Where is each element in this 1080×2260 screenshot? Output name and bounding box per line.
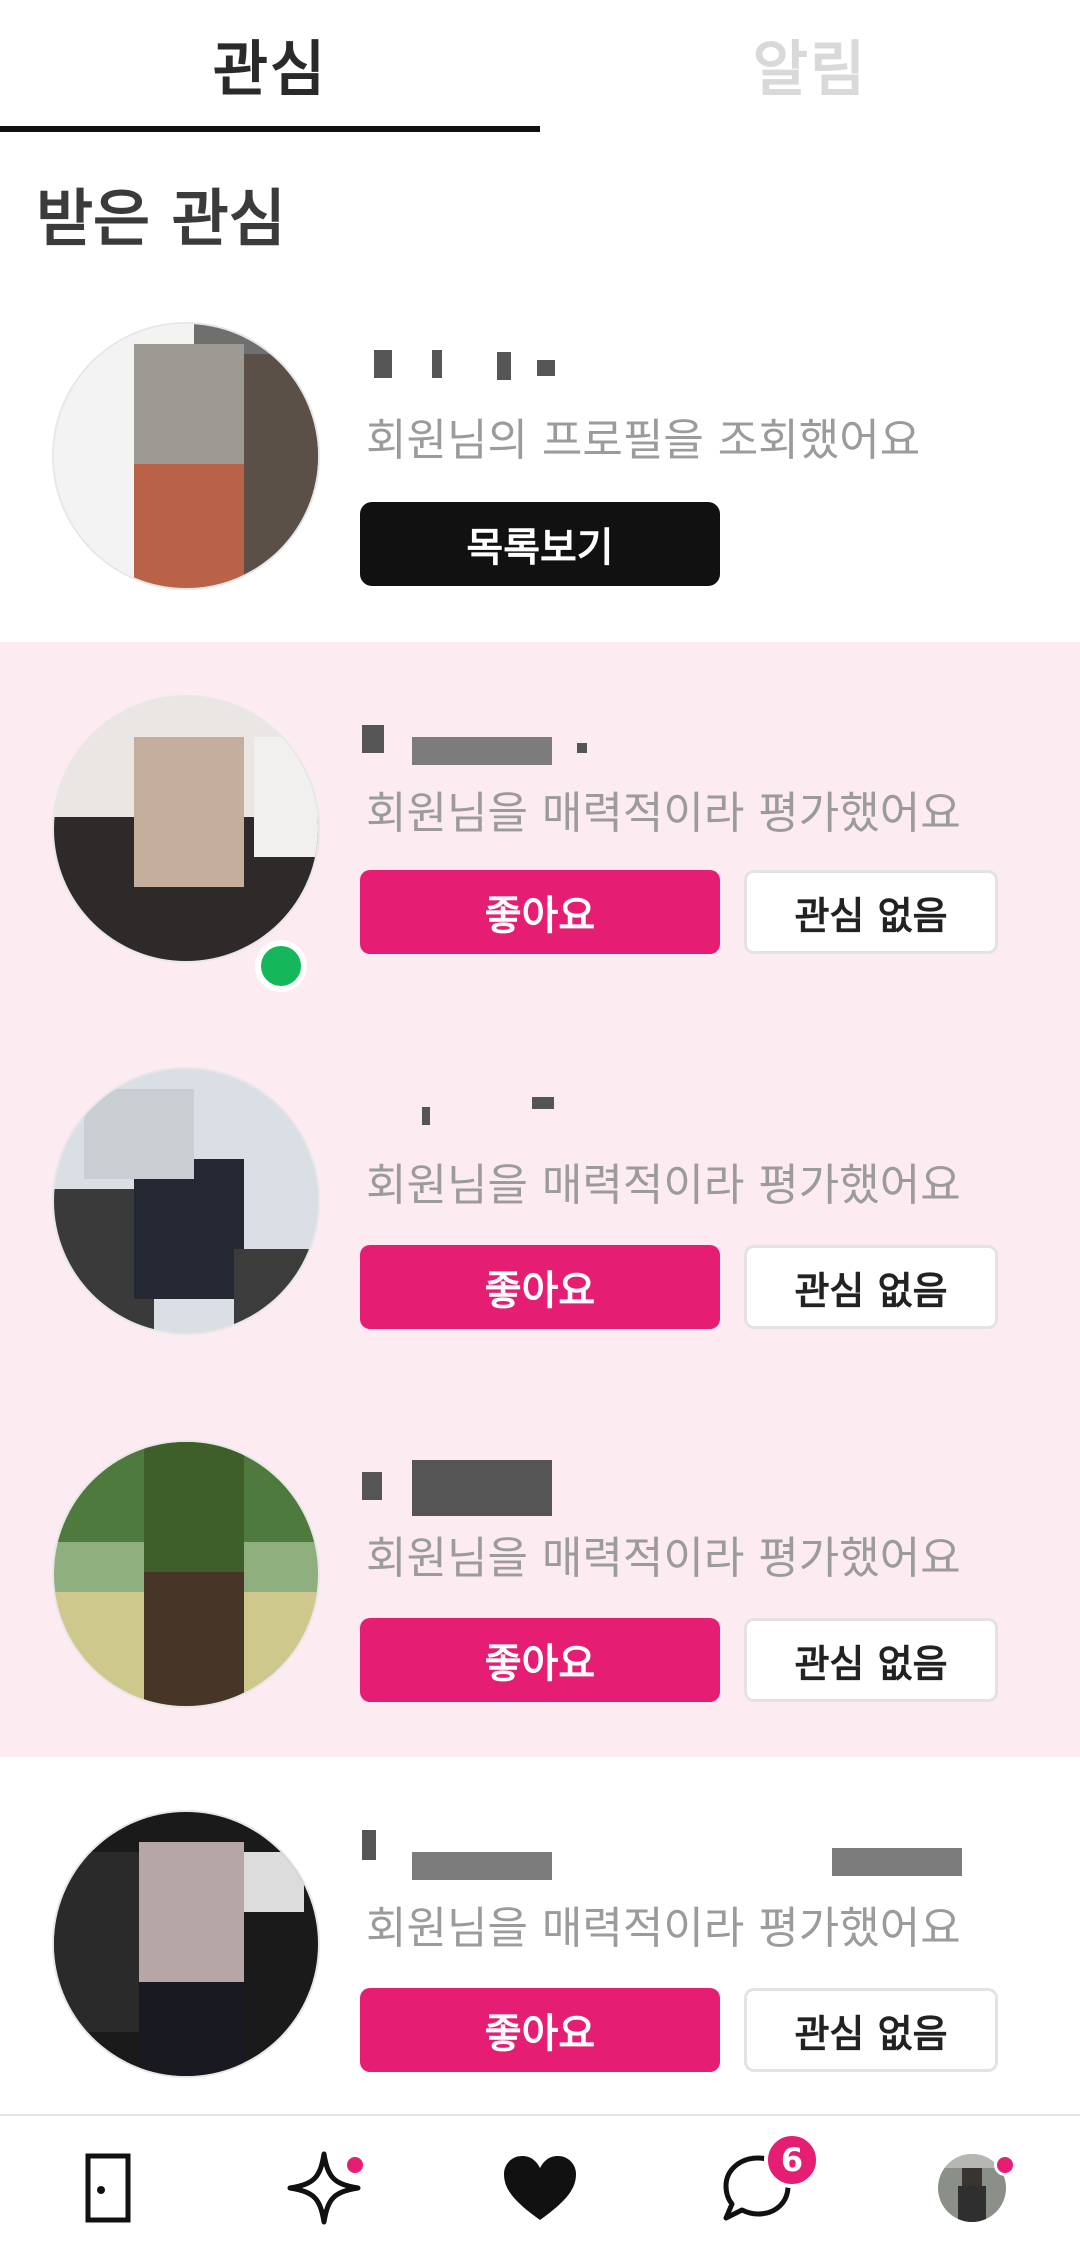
card-message: 회원님의 프로필을 조회했어요 xyxy=(366,415,921,466)
bottom-navigation: 6 xyxy=(0,2114,1080,2260)
heart-icon xyxy=(504,2156,576,2220)
avatar[interactable] xyxy=(52,1067,320,1335)
nav-chat[interactable]: 6 xyxy=(648,2116,864,2260)
new-dot xyxy=(344,2154,366,2176)
unread-count-badge: 6 xyxy=(764,2132,820,2188)
like-button[interactable]: 좋아요 xyxy=(360,1245,720,1329)
view-list-button[interactable]: 목록보기 xyxy=(360,502,720,586)
like-button[interactable]: 좋아요 xyxy=(360,870,720,954)
card-message: 회원님을 매력적이라 평가했어요 xyxy=(366,1160,961,1211)
tab-notifications[interactable]: 알림 xyxy=(540,0,1080,128)
card-message: 회원님을 매력적이라 평가했어요 xyxy=(366,788,961,839)
card-message: 회원님을 매력적이라 평가했어요 xyxy=(366,1903,961,1954)
card-message: 회원님을 매력적이라 평가했어요 xyxy=(366,1533,961,1584)
nav-recommend[interactable] xyxy=(216,2116,432,2260)
active-tab-indicator xyxy=(0,126,540,132)
online-status-indicator xyxy=(255,940,307,992)
like-button[interactable]: 좋아요 xyxy=(360,1988,720,2072)
nav-profile[interactable] xyxy=(864,2116,1080,2260)
nav-interest[interactable] xyxy=(432,2116,648,2260)
interest-card: 회원님을 매력적이라 평가했어요 좋아요 관심 없음 xyxy=(0,1067,1080,1439)
avatar[interactable] xyxy=(52,695,320,963)
not-interested-button[interactable]: 관심 없음 xyxy=(744,1245,998,1329)
avatar[interactable] xyxy=(52,322,320,590)
avatar[interactable] xyxy=(52,1440,320,1708)
tab-bar: 관심 알림 xyxy=(0,0,1080,132)
section-title: 받은 관심 xyxy=(36,182,286,255)
door-icon xyxy=(85,2153,131,2223)
new-dot xyxy=(994,2154,1016,2176)
not-interested-button[interactable]: 관심 없음 xyxy=(744,1618,998,1702)
like-button[interactable]: 좋아요 xyxy=(360,1618,720,1702)
nav-home[interactable] xyxy=(0,2116,216,2260)
not-interested-button[interactable]: 관심 없음 xyxy=(744,1988,998,2072)
not-interested-button[interactable]: 관심 없음 xyxy=(744,870,998,954)
tab-interest[interactable]: 관심 xyxy=(0,0,540,128)
interest-card: 회원님을 매력적이라 평가했어요 좋아요 관심 없음 xyxy=(0,695,1080,1067)
interest-card: 회원님의 프로필을 조회했어요 목록보기 xyxy=(0,322,1080,694)
avatar[interactable] xyxy=(52,1810,320,2078)
interest-card: 회원님을 매력적이라 평가했어요 좋아요 관심 없음 xyxy=(0,1440,1080,1812)
